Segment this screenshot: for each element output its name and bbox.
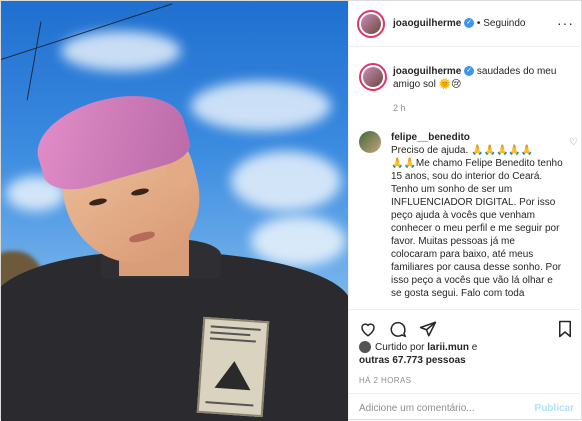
patch-line <box>210 331 251 337</box>
shirt-patch <box>196 316 270 418</box>
comment-text: Preciso de ajuda. 🙏🙏🙏🙏🙏 🙏🙏Me chamo Felip… <box>391 145 563 299</box>
comment-body: felipe__benedito Preciso de ajuda. 🙏🙏🙏🙏🙏… <box>391 131 563 300</box>
liked-by-label: Curtido por <box>375 342 425 353</box>
liker-username[interactable]: larii.mun <box>427 342 469 353</box>
post-header: joaoguilherme ✓ • Seguindo ··· <box>349 1 582 47</box>
comment-input[interactable]: Adicione um comentário... <box>359 403 475 414</box>
post-photo[interactable] <box>1 1 348 421</box>
cloud <box>231 151 341 211</box>
patch-line <box>210 325 261 331</box>
cloud <box>191 81 331 131</box>
patch-triangle <box>214 359 253 391</box>
caption-time: 2 h <box>393 103 406 113</box>
author-avatar[interactable] <box>357 10 385 38</box>
comment-icon[interactable] <box>387 318 409 340</box>
liked-conj: e <box>471 342 478 353</box>
comment-heart-icon[interactable]: ♡ <box>569 137 578 148</box>
header-user: joaoguilherme ✓ • Seguindo <box>393 18 525 29</box>
patch-line <box>205 401 254 407</box>
caption-avatar[interactable] <box>359 63 387 91</box>
instagram-post: joaoguilherme ✓ • Seguindo ··· joaoguilh… <box>0 0 582 421</box>
add-comment-bar: Adicione um comentário... Publicar <box>349 393 582 421</box>
likes-count[interactable]: outras 67.773 pessoas <box>359 355 466 366</box>
likes-summary: Curtido por larii.mun e outras 67.773 pe… <box>359 341 579 367</box>
publish-button[interactable]: Publicar <box>535 403 574 414</box>
cloud <box>61 31 181 71</box>
post-sidebar: joaoguilherme ✓ • Seguindo ··· joaoguilh… <box>348 1 582 421</box>
post-timestamp[interactable]: HÁ 2 HORAS <box>359 376 411 385</box>
patch-line <box>209 337 256 343</box>
liker-avatar[interactable] <box>359 341 371 354</box>
caption-body: joaoguilherme ✓ saudades do meu amigo so… <box>393 65 579 91</box>
power-line <box>26 21 42 101</box>
verified-icon: ✓ <box>464 66 475 77</box>
verified-icon: ✓ <box>464 18 475 29</box>
author-username[interactable]: joaoguilherme <box>393 18 461 29</box>
bookmark-icon[interactable] <box>554 318 576 340</box>
comment-username[interactable]: felipe__benedito <box>391 132 470 143</box>
commenter-avatar[interactable] <box>359 131 381 153</box>
share-icon[interactable] <box>417 318 439 340</box>
more-icon[interactable]: ··· <box>557 15 574 31</box>
heart-icon[interactable] <box>357 318 379 340</box>
separator: • <box>476 18 481 29</box>
caption-username[interactable]: joaoguilherme <box>393 66 461 77</box>
cloud <box>251 216 346 266</box>
following-button[interactable]: Seguindo <box>483 18 525 29</box>
